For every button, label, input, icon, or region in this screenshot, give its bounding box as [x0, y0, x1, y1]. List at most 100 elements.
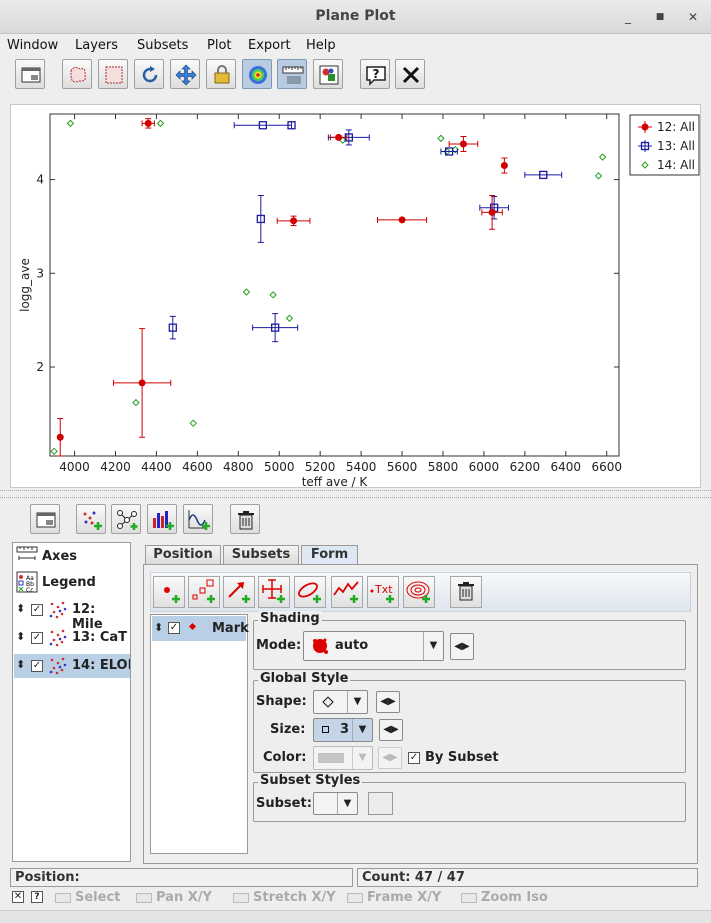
- histogram-add-icon: [153, 511, 174, 530]
- drag-handle-icon[interactable]: ⬍: [154, 621, 163, 634]
- layer-label-13: 13: CaT: [72, 630, 127, 645]
- form-toolbar: Txt: [150, 572, 691, 612]
- size-spinner[interactable]: ◀▶: [379, 719, 403, 741]
- shape-select[interactable]: ▼: [313, 690, 368, 714]
- add-function-layer-button[interactable]: [183, 504, 213, 534]
- layer-item-14[interactable]: ⬍ ✓ 14: ELOI: [14, 654, 130, 678]
- layer-checkbox-12[interactable]: ✓: [31, 604, 43, 616]
- layer-label-14: 14: ELOI: [72, 658, 130, 673]
- global-style-title: Global Style: [258, 671, 351, 686]
- mark-add-icon: [164, 587, 180, 603]
- tab-subsets[interactable]: Subsets: [223, 545, 299, 565]
- layer-item-13[interactable]: ⬍ ✓ 13: CaT: [14, 626, 130, 650]
- legend-toggle-button[interactable]: [313, 59, 343, 89]
- x-tick-label: 4800: [223, 460, 254, 474]
- add-mark-button[interactable]: [153, 576, 185, 608]
- split-pane-divider[interactable]: [0, 490, 711, 498]
- navigation-button[interactable]: [170, 59, 200, 89]
- close-mode-icon[interactable]: ✕: [12, 891, 24, 903]
- region-subset-button[interactable]: [98, 59, 128, 89]
- drag-handle-icon[interactable]: ⬍: [16, 602, 25, 615]
- svg-text:?: ?: [373, 67, 380, 81]
- mode-pan-label: Pan X/Y: [156, 890, 212, 905]
- add-contour-button[interactable]: [403, 576, 435, 608]
- blob-subset-button[interactable]: [62, 59, 92, 89]
- tab-position[interactable]: Position: [145, 545, 221, 565]
- contour-add-icon: [406, 581, 430, 603]
- data-point: [335, 133, 343, 141]
- subset-style-button[interactable]: [368, 792, 393, 815]
- by-subset-checkbox[interactable]: ✓: [408, 752, 420, 764]
- scatter-add-icon: [83, 511, 102, 530]
- layer-checkbox-13[interactable]: ✓: [31, 632, 43, 644]
- add-size-button[interactable]: [188, 576, 220, 608]
- delete-form-button[interactable]: [450, 576, 482, 608]
- delete-layer-button[interactable]: [230, 504, 260, 534]
- size-select[interactable]: 3 ▼: [313, 718, 373, 742]
- ruler-icon: [282, 66, 304, 84]
- add-histogram-layer-button[interactable]: [147, 504, 177, 534]
- size-add-icon: [192, 579, 215, 603]
- add-position-layer-button[interactable]: [76, 504, 106, 534]
- x-tick-label: 4400: [141, 460, 172, 474]
- drag-handle-icon[interactable]: ⬍: [16, 630, 25, 643]
- shading-mode-select[interactable]: auto ▼: [303, 631, 444, 661]
- size-value: 3: [340, 722, 350, 737]
- help-button[interactable]: ?: [360, 59, 390, 89]
- axes-label: Axes: [42, 549, 78, 564]
- menu-window[interactable]: Window: [7, 38, 58, 53]
- menu-help[interactable]: Help: [306, 38, 336, 53]
- drag-handle-icon[interactable]: ⬍: [16, 658, 25, 671]
- color-spinner[interactable]: ◀▶: [378, 747, 402, 769]
- region-icon: [105, 66, 123, 84]
- plot-panel[interactable]: 4000 4200 4400 4600 4800 5000 5200 5400 5600 5800…: [10, 104, 702, 489]
- subset-styles-title: Subset Styles: [258, 773, 363, 788]
- new-window-button[interactable]: [15, 59, 45, 89]
- count-field: Count: 47 / 47: [357, 868, 698, 887]
- close-window-button[interactable]: ✕: [686, 10, 700, 24]
- mode-label: Mode:: [256, 638, 302, 653]
- status-bar: Position: Count: 47 / 47: [10, 868, 701, 888]
- scatter-plot[interactable]: 4000 4200 4400 4600 4800 5000 5200 5400 5600 5800…: [11, 105, 702, 489]
- mark-checkbox[interactable]: ✓: [168, 622, 180, 634]
- float-window-button[interactable]: [30, 504, 60, 534]
- legend-layer-item[interactable]: Aa Bb Cc Legend: [14, 570, 130, 594]
- mouse-icon: [461, 892, 477, 903]
- form-item-mark[interactable]: ⬍ ✓ Mark: [152, 616, 249, 641]
- minimize-button[interactable]: _: [621, 10, 635, 24]
- move-arrows-icon: [175, 64, 197, 86]
- layer-item-12[interactable]: ⬍ ✓ 12: Mile: [14, 598, 130, 632]
- menu-layers[interactable]: Layers: [75, 38, 118, 53]
- replot-button[interactable]: [134, 59, 164, 89]
- tab-form[interactable]: Form: [301, 545, 358, 565]
- close-button[interactable]: [395, 59, 425, 89]
- axis-ticks-button[interactable]: [277, 59, 307, 89]
- blob-icon: [70, 66, 86, 83]
- add-label-button[interactable]: Txt: [367, 576, 399, 608]
- menu-export[interactable]: Export: [248, 38, 291, 53]
- layer-checkbox-14[interactable]: ✓: [31, 660, 43, 672]
- x-tick-label: 6400: [551, 460, 582, 474]
- add-error-bars-button[interactable]: [258, 576, 290, 608]
- lock-aspect-button[interactable]: [206, 59, 236, 89]
- density-map-button[interactable]: [242, 59, 272, 89]
- add-ellipse-button[interactable]: [294, 576, 326, 608]
- subset-select[interactable]: ▼: [313, 792, 358, 815]
- menu-subsets[interactable]: Subsets: [137, 38, 188, 53]
- maximize-button[interactable]: ■: [653, 10, 667, 24]
- axes-layer-item[interactable]: Axes: [14, 545, 130, 569]
- trash-icon: [458, 582, 474, 601]
- mode-spinner[interactable]: ◀▶: [450, 633, 474, 660]
- shape-spinner[interactable]: ◀▶: [376, 691, 400, 713]
- add-vector-button[interactable]: [223, 576, 255, 608]
- mode-zoom: Zoom Iso: [461, 890, 548, 905]
- color-select[interactable]: ▼: [313, 746, 373, 770]
- svg-text:Cc: Cc: [26, 587, 34, 593]
- menu-plot[interactable]: Plot: [207, 38, 232, 53]
- legend-entry: 14: All: [657, 158, 695, 172]
- help-mode-icon[interactable]: ?: [31, 891, 43, 903]
- mode-bar: ✕ ? Select Pan X/Y Stretch X/Y Frame X/Y…: [10, 889, 701, 907]
- add-pair-layer-button[interactable]: [111, 504, 141, 534]
- mark-label: Mark: [212, 621, 249, 636]
- add-line-button[interactable]: [331, 576, 363, 608]
